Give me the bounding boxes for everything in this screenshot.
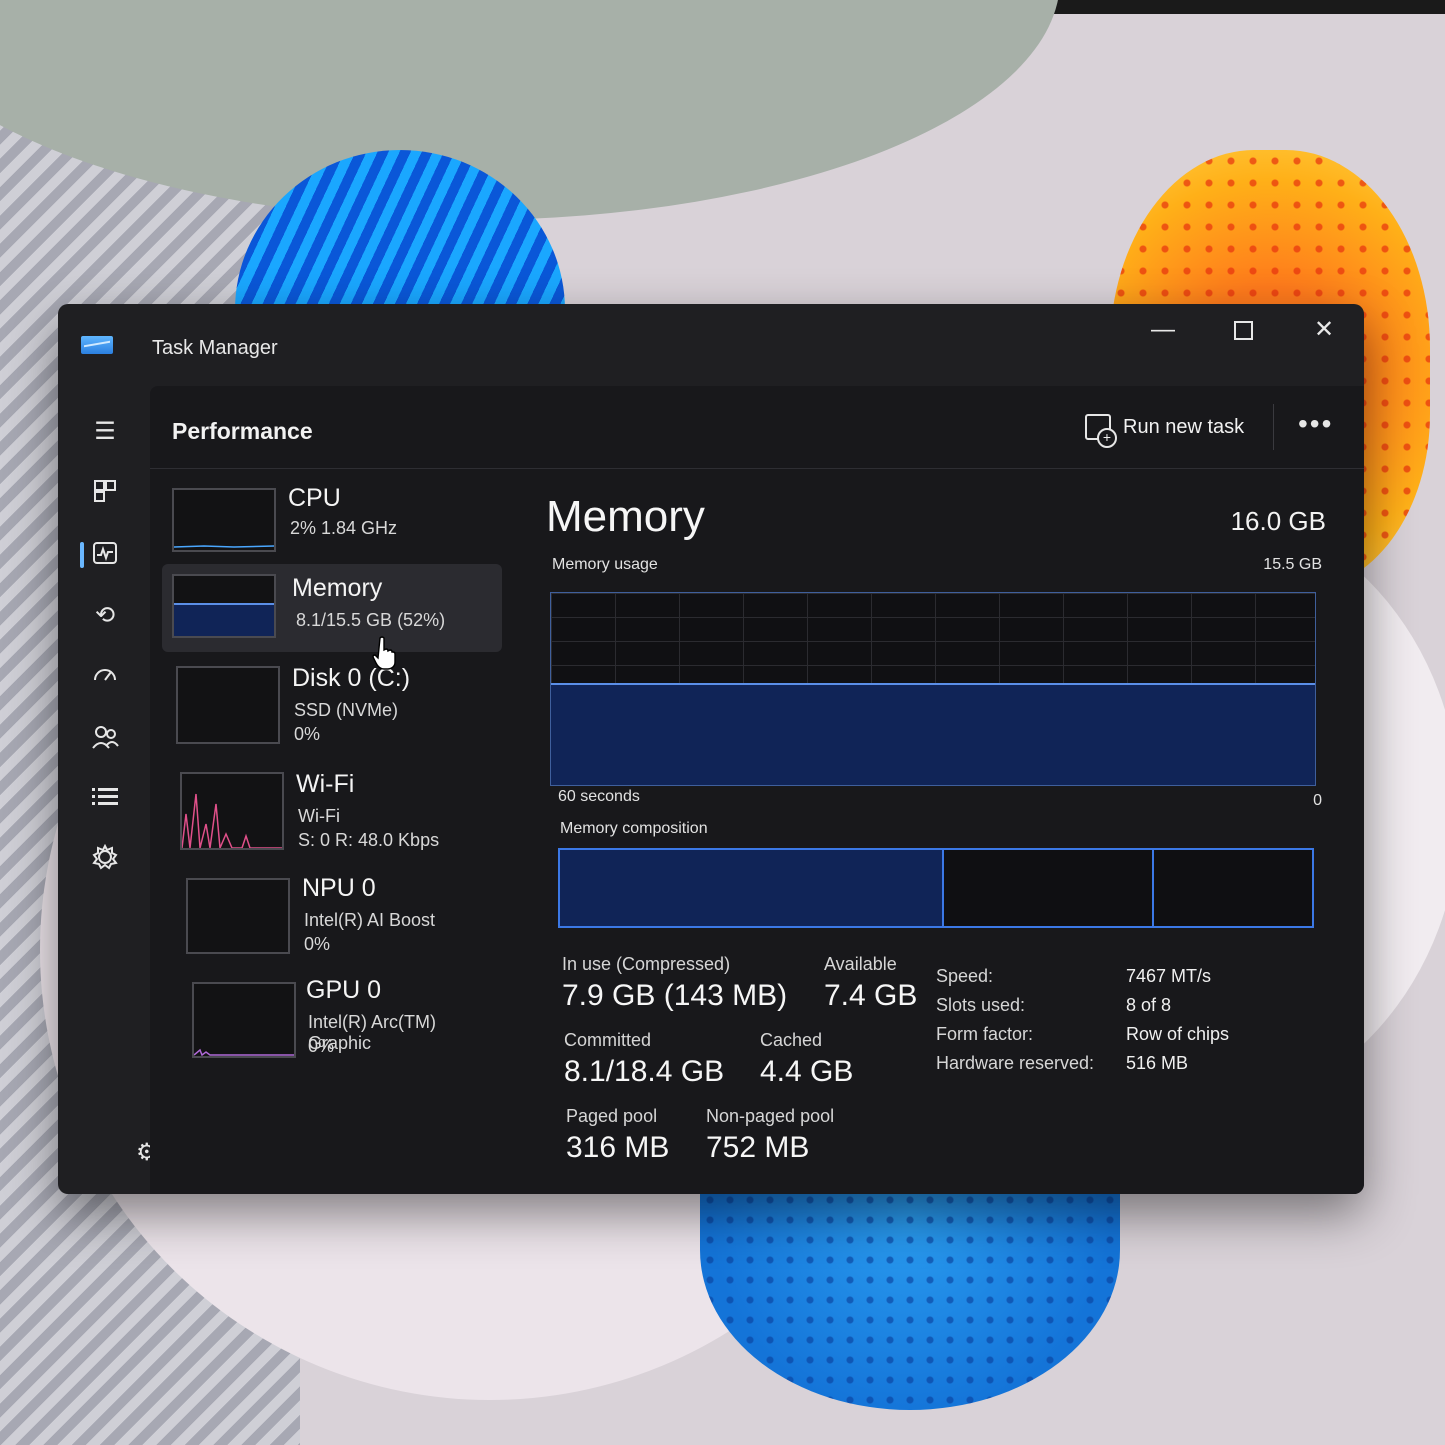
header-divider — [1273, 404, 1274, 450]
device-detail: Wi-Fi — [298, 806, 340, 826]
hand-cursor-icon — [372, 636, 396, 670]
device-name: CPU — [288, 484, 341, 512]
device-detail: Intel(R) Arc(TM) Graphic — [308, 1012, 436, 1053]
stat-value: 752 MB — [706, 1131, 810, 1164]
memory-usage-area — [551, 683, 1315, 785]
navigation-rail: ☰ ⟲ ⚙ — [58, 386, 158, 1194]
device-memory[interactable]: Memory 8.1/15.5 GB (52%) — [162, 564, 502, 652]
more-options-button[interactable]: ••• — [1298, 408, 1333, 440]
task-manager-app-icon — [81, 336, 113, 354]
run-new-task-button[interactable]: Run new task — [1085, 410, 1245, 448]
spec-speed: Speed: 7467 MT/s — [936, 966, 1316, 995]
device-detail: SSD (NVMe) — [294, 700, 399, 720]
device-detail: 8.1/15.5 GB (52%) — [296, 610, 446, 630]
graph-time-end: 0 — [1313, 792, 1322, 809]
close-button[interactable]: ✕ — [1294, 312, 1354, 348]
composition-modified — [944, 850, 1155, 926]
spec-value: 8 of 8 — [1126, 995, 1172, 1015]
device-gpu-0[interactable]: GPU 0 Intel(R) Arc(TM) Graphic 0% — [162, 974, 502, 1062]
stat-value: 316 MB — [566, 1131, 670, 1164]
memory-mini-graph — [172, 574, 276, 638]
run-new-task-label: Run new task — [1123, 415, 1245, 438]
details-icon[interactable] — [88, 780, 122, 814]
memory-usage-max: 15.5 GB — [1263, 556, 1322, 573]
hamburger-menu-icon[interactable]: ☰ — [88, 414, 122, 448]
stat-paged-pool: Paged pool 316 MB — [566, 1106, 669, 1165]
disk-mini-graph — [176, 666, 280, 744]
device-name: GPU 0 — [306, 976, 382, 1004]
composition-standby — [1154, 850, 1312, 926]
stat-value: 7.4 GB — [824, 979, 918, 1012]
device-name: NPU 0 — [302, 874, 376, 902]
spec-label: Form factor: — [936, 1024, 1034, 1044]
memory-usage-graph — [550, 592, 1316, 786]
spec-value: 516 MB — [1126, 1053, 1189, 1073]
stat-label: Non-paged pool — [706, 1106, 835, 1126]
wifi-mini-graph — [180, 772, 284, 850]
spec-slots-used: Slots used: 8 of 8 — [936, 995, 1316, 1024]
memory-heading: Memory — [546, 492, 705, 541]
window-title: Task Manager — [152, 337, 278, 359]
memory-composition-label: Memory composition — [560, 820, 708, 837]
composition-in-use — [560, 850, 944, 926]
spec-label: Hardware reserved: — [936, 1053, 1095, 1073]
device-npu-0[interactable]: NPU 0 Intel(R) AI Boost 0% — [162, 872, 502, 960]
users-icon[interactable] — [88, 720, 122, 754]
device-disk-0[interactable]: Disk 0 (C:) SSD (NVMe) 0% — [162, 662, 502, 750]
stat-non-paged-pool: Non-paged pool 752 MB — [706, 1106, 834, 1165]
maximize-icon — [1233, 321, 1253, 341]
maximize-button[interactable] — [1213, 312, 1273, 348]
device-name: Memory — [292, 574, 383, 602]
device-wifi[interactable]: Wi-Fi Wi-Fi S: 0 R: 48.0 Kbps — [162, 768, 502, 856]
memory-specs: Speed: 7467 MT/s Slots used: 8 of 8 Form f… — [936, 966, 1316, 1082]
performance-icon[interactable] — [88, 536, 122, 570]
page-title: Performance — [172, 418, 313, 444]
cpu-mini-graph — [172, 488, 276, 552]
device-name: Wi-Fi — [296, 770, 355, 798]
services-icon[interactable] — [88, 840, 122, 874]
device-usage: 0% — [294, 724, 321, 744]
main-content: Performance Run new task ••• CPU 2% 1.84… — [150, 386, 1364, 1194]
startup-apps-icon[interactable] — [88, 658, 122, 692]
title-bar[interactable]: Task Manager — ✕ — [58, 304, 1364, 386]
spec-form-factor: Form factor: Row of chips — [936, 1024, 1316, 1053]
page-header: Performance Run new task ••• — [150, 386, 1364, 469]
stat-value: 4.4 GB — [760, 1055, 854, 1088]
spec-value: Row of chips — [1126, 1024, 1230, 1044]
device-cpu[interactable]: CPU 2% 1.84 GHz — [162, 482, 502, 570]
task-manager-window: Task Manager — ✕ ☰ ⟲ ⚙ Performance + Run… — [58, 304, 1364, 1194]
stat-label: Available — [824, 954, 897, 974]
stat-value: 8.1/18.4 GB — [564, 1055, 725, 1088]
gpu-mini-graph — [192, 982, 296, 1058]
spec-label: Slots used: — [936, 995, 1026, 1015]
stat-label: In use (Compressed) — [562, 954, 731, 974]
spec-label: Speed: — [936, 966, 994, 986]
stat-cached: Cached 4.4 GB — [760, 1030, 853, 1089]
device-usage: 0% — [308, 1036, 335, 1056]
memory-usage-label: Memory usage — [552, 556, 658, 573]
graph-time-label: 60 seconds — [558, 788, 640, 805]
spec-value: 7467 MT/s — [1126, 966, 1212, 986]
minimize-button[interactable]: — — [1133, 312, 1193, 348]
run-task-icon — [1085, 414, 1117, 448]
stat-label: Paged pool — [566, 1106, 658, 1126]
stat-label: Cached — [760, 1030, 823, 1050]
processes-icon[interactable] — [88, 474, 122, 508]
npu-mini-graph — [186, 878, 290, 954]
device-detail: 2% 1.84 GHz — [290, 518, 398, 538]
memory-composition-bar — [558, 848, 1314, 928]
spec-hardware-reserved: Hardware reserved: 516 MB — [936, 1053, 1316, 1082]
stat-in-use: In use (Compressed) 7.9 GB (143 MB) — [562, 954, 787, 1013]
device-detail: Intel(R) AI Boost — [304, 910, 436, 930]
memory-total: 16.0 GB — [1230, 506, 1326, 536]
device-usage: 0% — [304, 934, 331, 954]
active-indicator — [80, 542, 84, 568]
stat-available: Available 7.4 GB — [824, 954, 917, 1013]
device-usage: S: 0 R: 48.0 Kbps — [298, 830, 440, 850]
app-history-icon[interactable]: ⟲ — [88, 598, 122, 632]
stat-label: Committed — [564, 1030, 652, 1050]
stat-value: 7.9 GB (143 MB) — [562, 979, 788, 1012]
stat-committed: Committed 8.1/18.4 GB — [564, 1030, 724, 1089]
